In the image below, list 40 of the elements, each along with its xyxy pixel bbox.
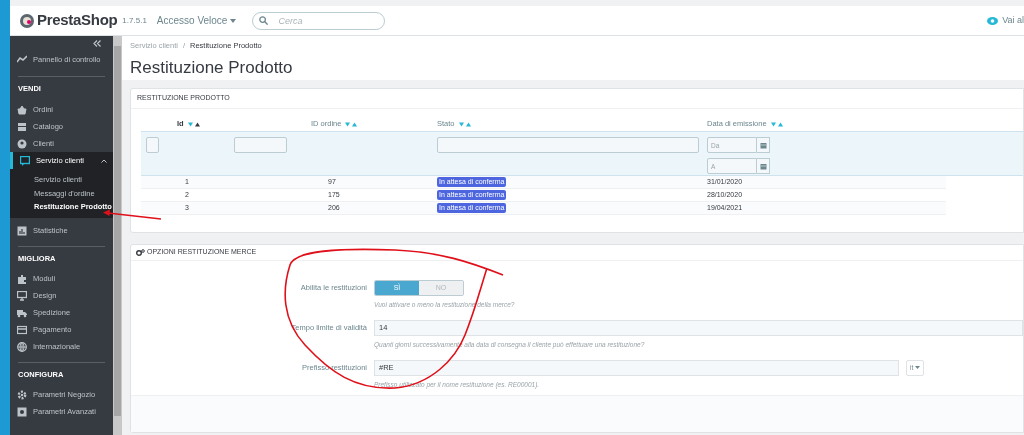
logo-icon [20, 13, 34, 28]
eye-icon [987, 16, 999, 25]
chevron-up-icon [101, 158, 107, 163]
monitor-icon [17, 291, 27, 301]
view-shop-link[interactable]: Vai al [987, 13, 1024, 28]
caret-icon [230, 18, 237, 23]
sort-arrows-icon [770, 121, 783, 127]
sort-arrows-icon [458, 121, 471, 127]
truck-icon [17, 308, 27, 318]
calendar-icon [759, 162, 767, 170]
search-field[interactable]: Cerca [252, 11, 386, 30]
sort-arrows-icon [345, 121, 358, 127]
quick-access-menu[interactable]: Accesso Veloce [156, 13, 237, 28]
scrollbar[interactable] [113, 36, 122, 435]
annotation-arrow [103, 209, 162, 220]
basket-icon [17, 104, 27, 115]
page-title: Restituzione Prodotto [130, 57, 294, 80]
credit-card-icon [17, 325, 27, 335]
user-icon [17, 138, 27, 149]
caret-icon [915, 366, 921, 369]
speech-bubble-icon [20, 155, 30, 166]
calendar-button[interactable] [757, 137, 770, 153]
version-text: 1.7.5.1 [122, 14, 147, 27]
trend-chart-icon [17, 55, 27, 65]
gears-icon [136, 249, 145, 256]
filter-input[interactable] [437, 137, 699, 153]
search-icon [259, 16, 269, 25]
filter-input[interactable] [234, 137, 287, 153]
calendar-icon [759, 141, 767, 149]
puzzle-icon [17, 274, 27, 284]
bar-chart-icon [17, 226, 27, 236]
collapse-icon [93, 39, 101, 47]
calendar-button[interactable] [757, 158, 770, 174]
store-icon [17, 121, 27, 132]
gear-box-icon [17, 407, 27, 417]
globe-icon [17, 342, 27, 352]
filter-checkbox[interactable] [146, 137, 159, 153]
sort-arrows-icon [187, 121, 200, 127]
settings-icon [17, 390, 27, 400]
logo-text: PrestaShop [37, 10, 118, 31]
